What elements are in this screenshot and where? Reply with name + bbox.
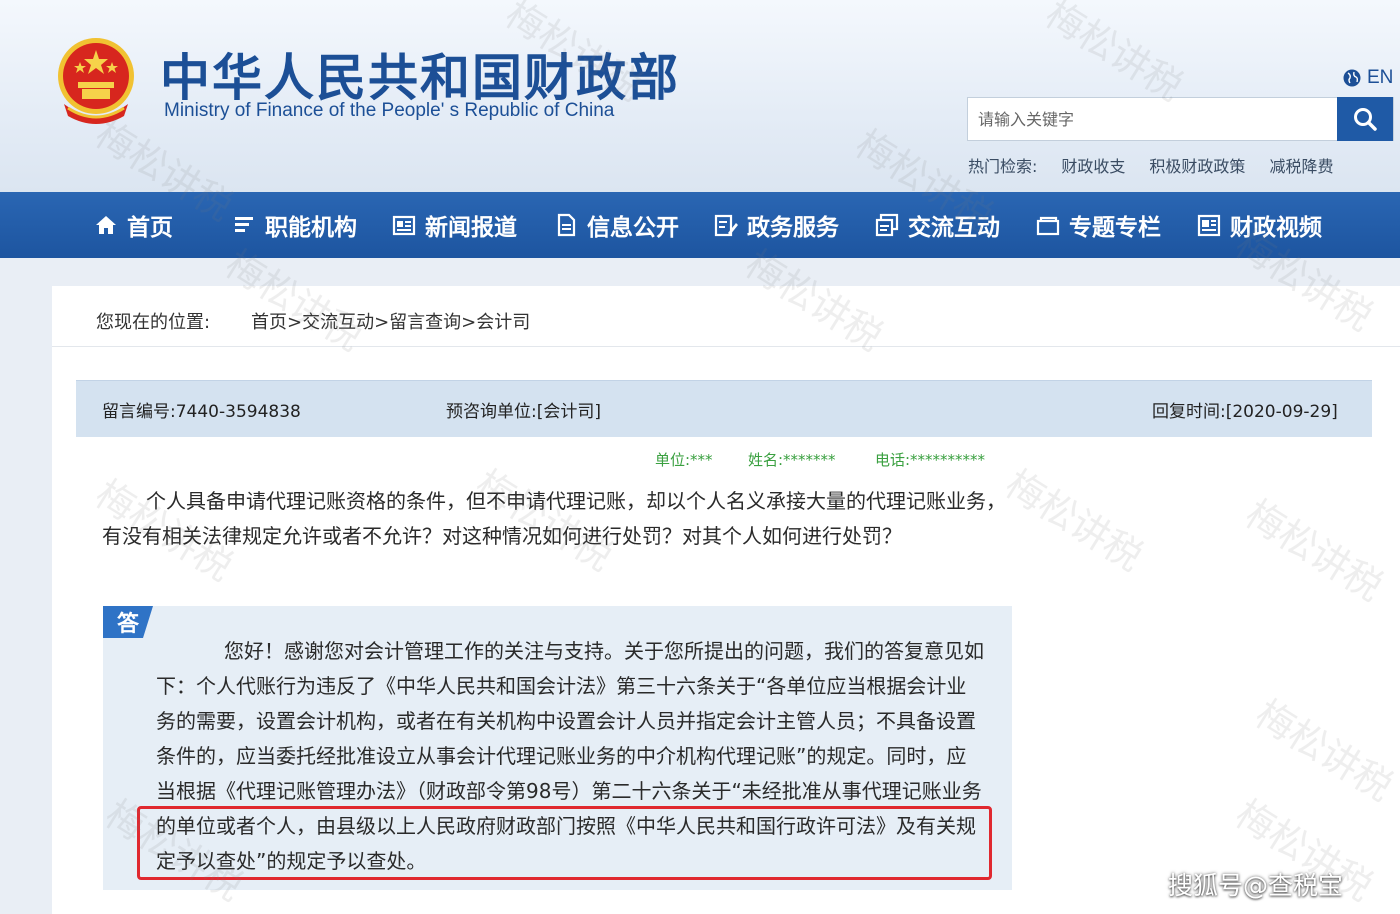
consult-unit: 预咨询单位:[会计司] [446,402,601,422]
nav-item-disclosure[interactable]: 信息公开 [554,192,679,258]
nav-label: 交流互动 [908,215,1000,241]
document-icon [557,213,576,237]
search-button[interactable] [1337,97,1393,141]
meta-unit: 单位:*** [655,451,713,469]
search-box [967,97,1394,141]
nav-label: 政务服务 [747,215,839,241]
edit-icon [714,214,738,237]
nav-label: 财政视频 [1230,215,1322,241]
chat-icon [875,213,899,237]
language-switch[interactable]: EN [1342,67,1393,89]
source-credit: 搜狐号@查税宝 [1168,871,1344,900]
globe-icon [1343,69,1361,87]
breadcrumb-label: 您现在的位置: [96,312,211,333]
meta-name: 姓名:******* [748,451,836,469]
hot-term-link[interactable]: 财政收支 [1061,153,1125,177]
language-label: EN [1367,67,1394,88]
meta-phone: 电话:********** [875,451,986,469]
home-icon [96,216,116,234]
hot-search-label: 热门检索: [968,157,1038,176]
divider [52,346,1400,347]
nav-item-home[interactable]: 首页 [94,192,173,258]
folder-icon [1036,216,1060,236]
nav-item-functions[interactable]: 职能机构 [232,192,357,258]
list-icon [235,217,253,232]
video-icon [1197,214,1221,237]
news-icon [392,215,416,236]
hot-search: 热门检索: 财政收支 积极财政政策 减税降费 [968,153,1333,177]
national-emblem-icon [58,38,134,124]
question-text: 个人具备申请代理记账资格的条件，但不申请代理记账，却以个人名义承接大量的代理记账… [102,489,1006,548]
nav-label: 职能机构 [265,215,357,241]
nav-item-interaction[interactable]: 交流互动 [875,192,1000,258]
search-input[interactable] [968,98,1338,140]
reply-time: 回复时间:[2020-09-29] [1152,402,1338,422]
nav-item-video[interactable]: 财政视频 [1197,192,1322,258]
nav-item-topics[interactable]: 专题专栏 [1036,192,1161,258]
nav-item-news[interactable]: 新闻报道 [392,192,517,258]
highlight-box [137,806,992,880]
hot-term-link[interactable]: 积极财政政策 [1149,153,1245,177]
main-nav: 首页 职能机构 新闻报道 信息公开 政务服务 交流互动 专题专栏 财政视频 [0,192,1400,258]
site-title-en[interactable]: Ministry of Finance of the People' s Rep… [164,100,614,122]
nav-item-services[interactable]: 政务服务 [714,192,839,258]
nav-label: 新闻报道 [425,215,517,241]
nav-label: 专题专栏 [1069,215,1161,241]
hot-term-link[interactable]: 减税降费 [1269,153,1333,177]
message-id: 留言编号:7440-3594838 [102,402,301,422]
search-icon [1354,108,1377,131]
nav-label: 信息公开 [587,215,679,241]
breadcrumb[interactable]: 首页>交流互动>留言查询>会计司 [251,308,530,334]
nav-label: 首页 [127,215,173,241]
